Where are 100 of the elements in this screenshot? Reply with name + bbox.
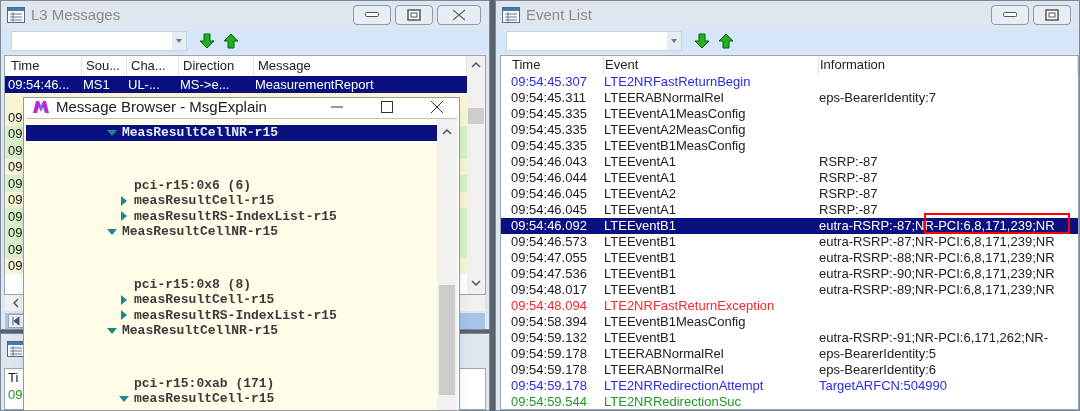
column-header[interactable]: Direction bbox=[179, 56, 254, 76]
collapse-triangle-icon[interactable] bbox=[106, 327, 118, 334]
table-row[interactable]: 09:54:45.307 LTE2NRFastReturnBegin bbox=[501, 74, 1078, 90]
previous-arrow-icon[interactable] bbox=[223, 33, 239, 49]
table-cell-text: LTEERABNormalRel bbox=[604, 89, 725, 108]
collapse-triangle-icon[interactable] bbox=[118, 395, 130, 402]
close-icon bbox=[452, 9, 466, 21]
table-row[interactable]: 09:54:45.335 LTEEventB1MeasConfig bbox=[501, 138, 1078, 154]
caret-icon bbox=[176, 39, 182, 43]
minimize-icon bbox=[331, 106, 343, 108]
column-header[interactable]: Information bbox=[819, 56, 1078, 75]
tree-item[interactable]: pci-r15:0xab (171) bbox=[26, 375, 437, 391]
tree-item[interactable]: MeasResultCellNR-r15 bbox=[26, 125, 437, 141]
table-row[interactable]: 09:54:59.178 LTE2NRRedirectionAttempt TargetARFCN:504990 bbox=[501, 378, 1078, 394]
table-cell-text: RSRP:-87 bbox=[819, 169, 879, 188]
table-cell-text: 09:54:46.573 bbox=[511, 233, 588, 252]
tree-item[interactable]: MeasResultCellNR-r15 bbox=[26, 323, 437, 339]
tree-item[interactable]: MeasResultCellNR-r15 bbox=[26, 224, 437, 240]
previous-arrow-icon[interactable] bbox=[718, 33, 734, 49]
table-cell-text: LTEERABNormalRel bbox=[604, 345, 725, 364]
table-cell-text: LTEEventA1 bbox=[604, 201, 678, 220]
node-label: MeasResultCellNR-r15 bbox=[122, 223, 279, 241]
table-row[interactable]: 09:54:46.045 LTEEventA1 RSRP:-87 bbox=[501, 202, 1078, 218]
table-cell-text: LTEEventA1MeasConfig bbox=[604, 105, 747, 124]
column-header[interactable]: Time bbox=[7, 56, 82, 76]
table-cell-text: 09 bbox=[7, 257, 24, 275]
tree-item[interactable]: measResultRS-IndexList-r15 bbox=[26, 307, 437, 323]
maximize-icon bbox=[1045, 9, 1059, 21]
scrollbar-thumb[interactable] bbox=[439, 285, 455, 395]
collapse-triangle-icon[interactable] bbox=[106, 228, 118, 235]
close-button[interactable] bbox=[429, 100, 445, 114]
tree-item[interactable]: measResultCell-r15 bbox=[26, 391, 437, 407]
column-header[interactable]: Ti bbox=[8, 368, 19, 388]
table-row[interactable]: 09:54:59.178 LTEERABNormalRel eps-BearerIdentity:6 bbox=[501, 362, 1078, 378]
app-icon bbox=[32, 100, 50, 114]
table-cell-text: 09:54:47.055 bbox=[511, 249, 588, 268]
first-button[interactable] bbox=[8, 314, 24, 328]
table-row[interactable]: 09:54:46.045 LTEEventA2 RSRP:-87 bbox=[501, 186, 1078, 202]
table-row[interactable]: 09:54:46.043 LTEEventA1 RSRP:-87 bbox=[501, 154, 1078, 170]
tree-item[interactable]: pci-r15:0x6 (6) bbox=[26, 177, 437, 193]
table-cell-text: 09:54:48.094 bbox=[511, 297, 588, 316]
table-cell-text: LTEEventB1MeasConfig bbox=[604, 137, 747, 156]
collapse-triangle-icon[interactable] bbox=[106, 129, 118, 136]
table-row[interactable]: 09:54:58.394 LTEEventB1MeasConfig bbox=[501, 314, 1078, 330]
next-arrow-icon[interactable] bbox=[694, 33, 710, 49]
window-title: Message Browser - MsgExplain bbox=[56, 96, 267, 117]
table-row[interactable]: 09:54:48.094 LTE2NRFastReturnException bbox=[501, 298, 1078, 314]
node-label: pci-r15:0x6 (6) bbox=[134, 176, 252, 195]
table-row[interactable]: 09:54:59.132 LTEEventB1 eutra-RSRP:-91;NR-PCI:6,171,262;NR- bbox=[501, 330, 1078, 346]
minimize-button[interactable] bbox=[353, 5, 391, 25]
node-label: measResultCell-r15 bbox=[134, 192, 275, 210]
table-cell-text: LTE2NRRedirectionAttempt bbox=[604, 377, 765, 396]
tree-item[interactable]: measResultCell-r15 bbox=[26, 193, 437, 209]
scrollbar-thumb[interactable] bbox=[468, 108, 484, 124]
scroll-up-icon[interactable] bbox=[471, 62, 481, 68]
table-cell-text: LTEEventB1 bbox=[604, 217, 678, 236]
table-row[interactable]: 09:54:47.055 LTEEventB1 eutra-RSRP:-88;NR-PCI:6,8,171,239;NR bbox=[501, 250, 1078, 266]
table-cell-text: UL-... bbox=[127, 75, 161, 94]
table-row[interactable]: 09:54:46.044 LTEEventA1 RSRP:-87 bbox=[501, 170, 1078, 186]
minimize-button[interactable] bbox=[991, 5, 1029, 25]
maximize-button[interactable] bbox=[379, 100, 395, 114]
table-cell-text: 09:54:59.544 bbox=[511, 393, 588, 409]
table-row[interactable]: 09:54:48.017 LTEEventB1 eutra-RSRP:-89;NR-PCI:6,8,171,239;NR bbox=[501, 282, 1078, 298]
next-arrow-icon[interactable] bbox=[199, 33, 215, 49]
scroll-down-icon[interactable] bbox=[471, 280, 481, 286]
table-cell-text: eutra-RSRP:-90;NR-PCI:6,8,171,239;NR bbox=[819, 265, 1056, 284]
tree-item[interactable]: pci-r15:0x8 (8) bbox=[26, 276, 437, 292]
table-row[interactable]: 09:54:59.178 LTEERABNormalRel eps-BearerIdentity:5 bbox=[501, 346, 1078, 362]
tree-item[interactable]: measResultRS-IndexList-r15 bbox=[26, 208, 437, 224]
table-cell-text: LTEEventA1 bbox=[604, 153, 678, 172]
table-cell-text: TargetARFCN:504990 bbox=[819, 377, 948, 396]
table-cell-text: LTE2NRFastReturnBegin bbox=[604, 73, 752, 92]
table-cell-text: 09:54:46.045 bbox=[511, 201, 588, 220]
table-row[interactable]: 09:54:47.536 LTEEventB1 eutra-RSRP:-90;NR-PCI:6,8,171,239;NR bbox=[501, 266, 1078, 282]
window-icon bbox=[7, 7, 25, 23]
table-cell-text: 09 bbox=[7, 191, 24, 209]
scrollbar[interactable] bbox=[467, 56, 485, 294]
table-cell-text: 09 bbox=[7, 207, 24, 226]
table-row[interactable]: 09:54:59.544 LTE2NRRedirectionSuc bbox=[501, 394, 1078, 409]
table-row[interactable]: 09:54:45.311 LTEERABNormalRel eps-BearerIdentity:7 bbox=[501, 90, 1078, 106]
table-row[interactable]: 09:54:46... MS1 UL-... MS->e... MeasurementReport bbox=[5, 76, 467, 93]
table-row[interactable]: 09:54:45.335 LTEEventA2MeasConfig bbox=[501, 122, 1078, 138]
column-header[interactable]: Cha... bbox=[127, 56, 179, 76]
scrollbar[interactable] bbox=[437, 119, 457, 410]
table-row[interactable]: 09:54:46.573 LTEEventB1 eutra-RSRP:-87;NR-PCI:6,8,171,239;NR bbox=[501, 234, 1078, 250]
column-header[interactable]: Time bbox=[511, 56, 604, 75]
column-header[interactable]: Sou... bbox=[82, 56, 127, 76]
table-cell-text: LTE2NRRedirectionSuc bbox=[604, 393, 743, 409]
table-cell-text: eps-BearerIdentity:6 bbox=[819, 361, 938, 380]
table-cell-text: eutra-RSRP:-91;NR-PCI:6,171,262;NR- bbox=[819, 329, 1050, 348]
table-row[interactable]: 09:54:45.335 LTEEventA1MeasConfig bbox=[501, 106, 1078, 122]
tree-item[interactable]: measResultCell-r15 bbox=[26, 292, 437, 308]
table-cell-text: 09:54:46.044 bbox=[511, 169, 588, 188]
node-label: measResultCell-r15 bbox=[134, 390, 275, 408]
table-cell-text: 09:54:46.043 bbox=[511, 153, 588, 172]
table-cell-text: 09 bbox=[7, 174, 24, 193]
table-cell-text: 09 bbox=[8, 386, 23, 405]
column-header[interactable]: Event bbox=[604, 56, 819, 75]
scroll-left-icon[interactable] bbox=[13, 298, 19, 308]
scroll-up-icon[interactable] bbox=[442, 129, 452, 135]
